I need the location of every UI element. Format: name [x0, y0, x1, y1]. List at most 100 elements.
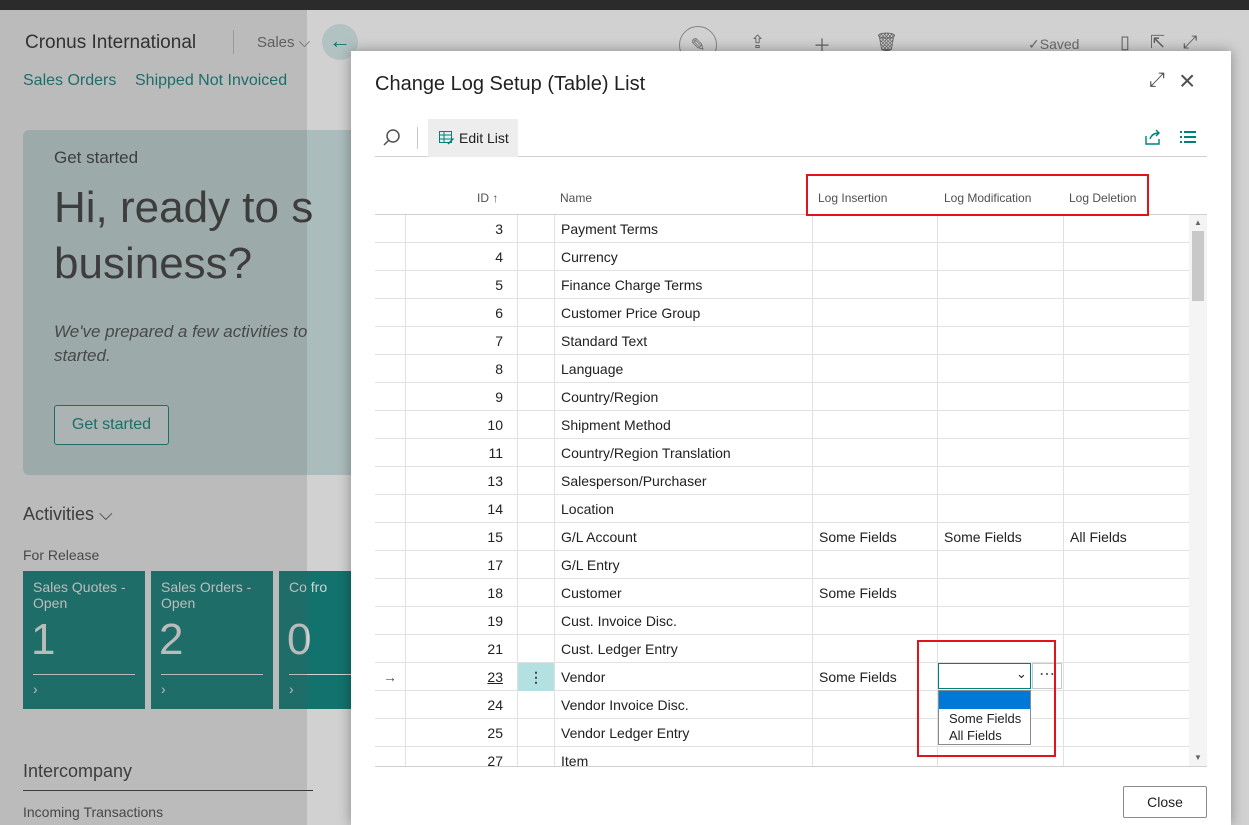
cell-log-deletion[interactable] [1063, 243, 1189, 271]
cell-log-insertion[interactable] [812, 355, 937, 383]
cell-log-modification[interactable] [937, 467, 1063, 495]
cell-log-insertion[interactable]: Some Fields [812, 523, 937, 551]
cell-log-deletion[interactable] [1063, 551, 1189, 579]
row-actions[interactable] [517, 691, 554, 719]
row-actions[interactable] [517, 439, 554, 467]
cell-log-modification[interactable] [937, 271, 1063, 299]
cell-log-deletion[interactable] [1063, 327, 1189, 355]
search-icon[interactable] [381, 127, 403, 149]
vertical-scrollbar[interactable]: ▲ ▼ [1189, 215, 1207, 766]
table-row[interactable]: → 23 ⋮ Vendor Some Fields [375, 663, 1189, 691]
cell-name[interactable]: Language [554, 355, 812, 383]
cell-id[interactable]: 23 [405, 663, 517, 691]
scroll-up-icon[interactable]: ▲ [1194, 218, 1202, 227]
cell-log-insertion[interactable] [812, 467, 937, 495]
cell-name[interactable]: Country/Region Translation [554, 439, 812, 467]
cell-id[interactable]: 17 [405, 551, 517, 579]
cell-id[interactable]: 6 [405, 299, 517, 327]
row-actions[interactable] [517, 411, 554, 439]
cell-log-insertion[interactable] [812, 439, 937, 467]
row-actions-icon[interactable]: ⋮ [517, 663, 554, 691]
row-actions[interactable] [517, 299, 554, 327]
row-actions[interactable] [517, 355, 554, 383]
table-row[interactable]: 8 Language [375, 355, 1189, 383]
cell-id[interactable]: 21 [405, 635, 517, 663]
cell-name[interactable]: Shipment Method [554, 411, 812, 439]
cell-log-modification[interactable] [937, 299, 1063, 327]
row-actions[interactable] [517, 271, 554, 299]
cell-log-deletion[interactable] [1063, 663, 1189, 691]
table-row[interactable]: 7 Standard Text [375, 327, 1189, 355]
row-actions[interactable] [517, 495, 554, 523]
cell-name[interactable]: Customer Price Group [554, 299, 812, 327]
cell-log-deletion[interactable] [1063, 719, 1189, 747]
row-actions[interactable] [517, 551, 554, 579]
close-button[interactable]: Close [1123, 786, 1207, 818]
cell-name[interactable]: Salesperson/Purchaser [554, 467, 812, 495]
cell-name[interactable]: Finance Charge Terms [554, 271, 812, 299]
edit-list-button[interactable]: Edit List [428, 119, 518, 157]
cell-log-modification[interactable]: Some Fields [937, 523, 1063, 551]
table-row[interactable]: 18 Customer Some Fields [375, 579, 1189, 607]
cell-log-deletion[interactable] [1063, 215, 1189, 243]
cell-log-insertion[interactable] [812, 215, 937, 243]
row-actions[interactable] [517, 719, 554, 747]
cell-log-modification[interactable] [937, 551, 1063, 579]
cell-log-modification[interactable] [937, 327, 1063, 355]
cell-log-modification[interactable] [937, 607, 1063, 635]
row-actions[interactable] [517, 215, 554, 243]
table-row[interactable]: 21 Cust. Ledger Entry [375, 635, 1189, 663]
cell-name[interactable]: Location [554, 495, 812, 523]
expand-icon[interactable]: ⤢ [1149, 69, 1165, 92]
cell-log-modification[interactable] [937, 383, 1063, 411]
cell-log-insertion[interactable]: Some Fields [812, 579, 937, 607]
list-view-icon[interactable] [1179, 128, 1197, 146]
cell-id[interactable]: 19 [405, 607, 517, 635]
table-row[interactable]: 25 Vendor Ledger Entry [375, 719, 1189, 747]
row-actions[interactable] [517, 579, 554, 607]
cell-log-deletion[interactable] [1063, 383, 1189, 411]
column-header-id[interactable]: ID ↑ [477, 191, 498, 205]
cell-log-modification[interactable] [937, 215, 1063, 243]
cell-name[interactable]: G/L Account [554, 523, 812, 551]
cell-log-insertion[interactable] [812, 411, 937, 439]
cell-log-deletion[interactable] [1063, 607, 1189, 635]
cell-log-modification[interactable] [937, 355, 1063, 383]
cell-log-deletion[interactable] [1063, 439, 1189, 467]
table-row[interactable]: 19 Cust. Invoice Disc. [375, 607, 1189, 635]
table-row[interactable]: 11 Country/Region Translation [375, 439, 1189, 467]
cell-name[interactable]: Item [554, 747, 812, 766]
row-actions[interactable] [517, 607, 554, 635]
table-row[interactable]: 27 Item [375, 747, 1189, 766]
scrollbar-thumb[interactable] [1192, 231, 1204, 301]
cell-log-deletion[interactable] [1063, 635, 1189, 663]
table-row[interactable]: 4 Currency [375, 243, 1189, 271]
table-row[interactable]: 15 G/L Account Some Fields Some Fields All F… [375, 523, 1189, 551]
cell-id[interactable]: 18 [405, 579, 517, 607]
cell-id[interactable]: 9 [405, 383, 517, 411]
cell-id[interactable]: 14 [405, 495, 517, 523]
cell-id[interactable]: 15 [405, 523, 517, 551]
cell-log-deletion[interactable] [1063, 299, 1189, 327]
cell-name[interactable]: Currency [554, 243, 812, 271]
cell-name[interactable]: Customer [554, 579, 812, 607]
cell-id[interactable]: 11 [405, 439, 517, 467]
cell-log-insertion[interactable] [812, 299, 937, 327]
row-actions[interactable] [517, 243, 554, 271]
cell-name[interactable]: Vendor [554, 663, 812, 691]
table-row[interactable]: 17 G/L Entry [375, 551, 1189, 579]
row-actions[interactable] [517, 383, 554, 411]
close-icon[interactable]: × [1179, 65, 1195, 97]
table-row[interactable]: 6 Customer Price Group [375, 299, 1189, 327]
cell-log-deletion[interactable] [1063, 411, 1189, 439]
row-actions[interactable] [517, 523, 554, 551]
table-row[interactable]: 14 Location [375, 495, 1189, 523]
table-row[interactable]: 13 Salesperson/Purchaser [375, 467, 1189, 495]
cell-log-modification[interactable] [937, 439, 1063, 467]
cell-log-insertion[interactable] [812, 327, 937, 355]
table-row[interactable]: 5 Finance Charge Terms [375, 271, 1189, 299]
cell-id[interactable]: 5 [405, 271, 517, 299]
cell-name[interactable]: Payment Terms [554, 215, 812, 243]
cell-name[interactable]: Country/Region [554, 383, 812, 411]
cell-id[interactable]: 24 [405, 691, 517, 719]
